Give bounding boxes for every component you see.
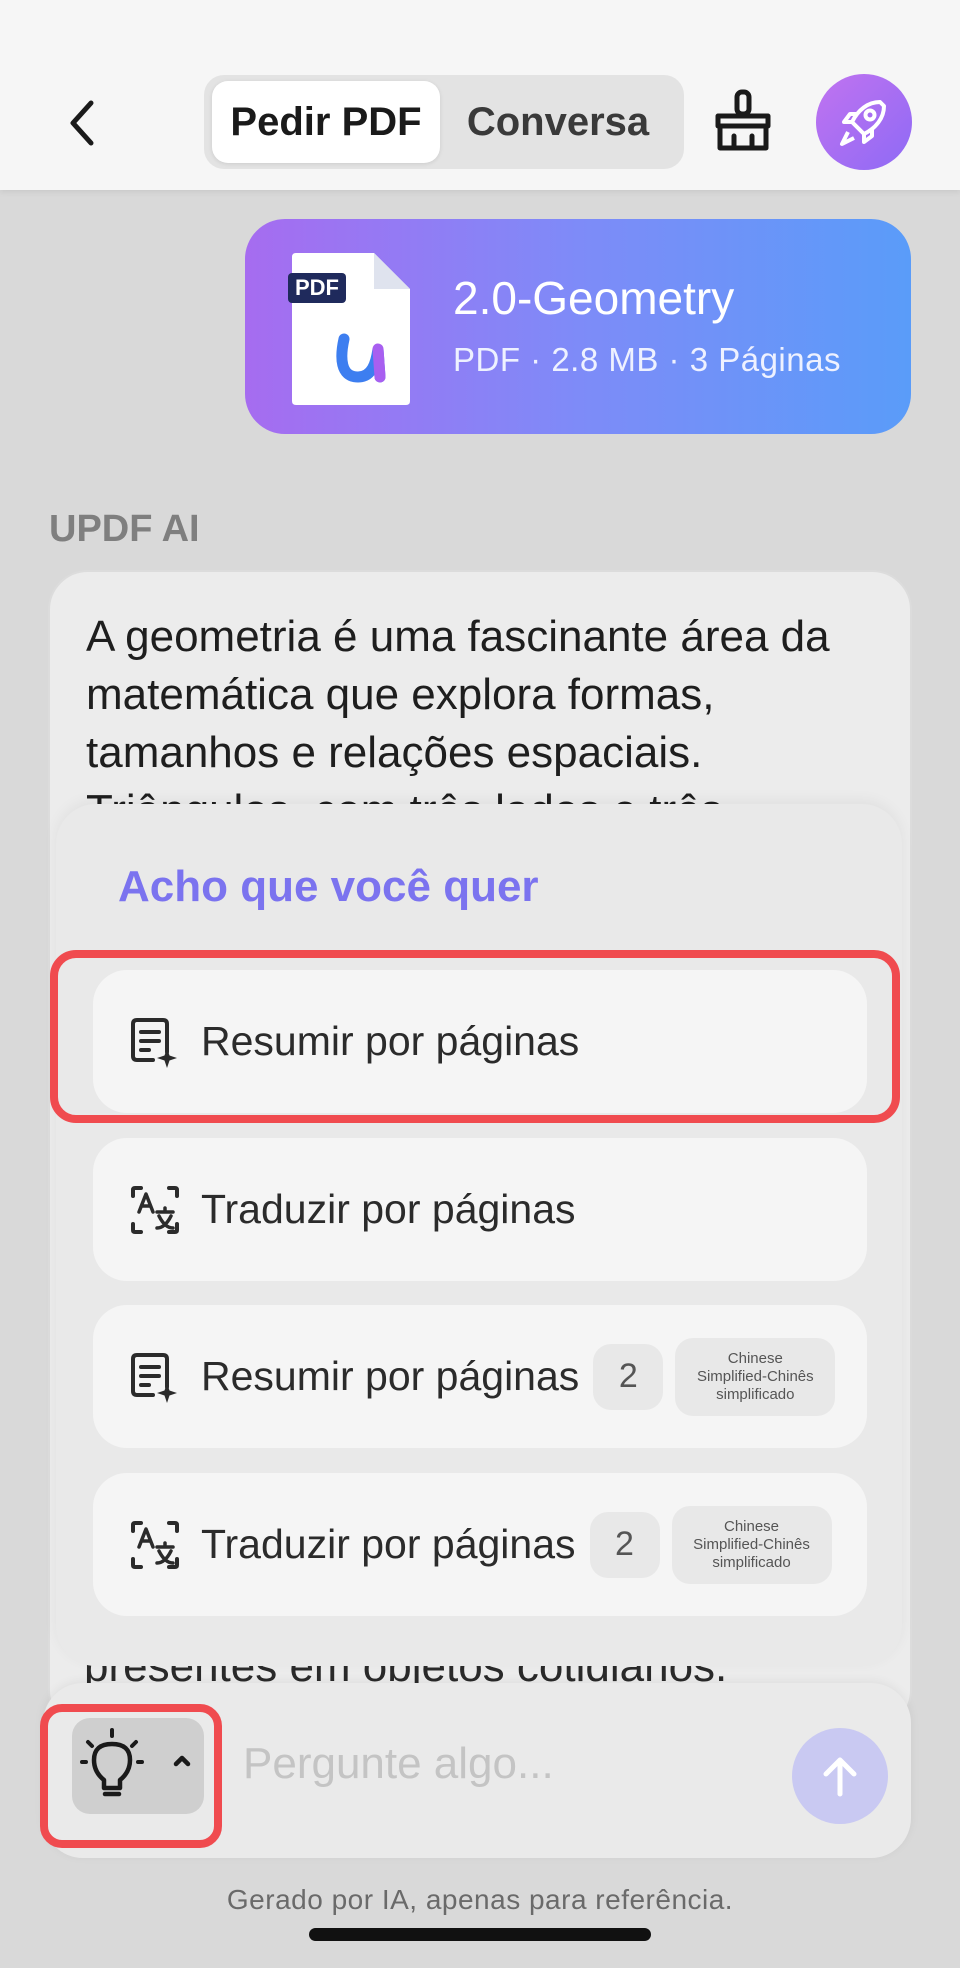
translate-icon: [131, 1520, 179, 1569]
rocket-icon: [840, 100, 886, 146]
language-line: simplificado: [716, 1385, 795, 1403]
page-count-badge: 2: [593, 1343, 664, 1410]
file-meta: PDF · 2.8 MB · 3 Páginas: [453, 341, 841, 378]
ai-disclaimer: Gerado por IA, apenas para referência.: [226, 1884, 734, 1915]
page-count-badge: 2: [589, 1511, 660, 1578]
tab-conversa[interactable]: Conversa: [440, 81, 676, 163]
tab-pedir-pdf[interactable]: Pedir PDF: [212, 81, 440, 163]
translate-icon: [131, 1185, 179, 1234]
summarize-icon: [131, 1352, 177, 1403]
suggestion-label: Resumir por páginas: [201, 1353, 580, 1399]
broom-icon: [715, 89, 771, 151]
arrow-up-icon: [823, 1757, 857, 1797]
language-badge: Chinese Simplified-Chinês simplificado: [675, 1337, 836, 1416]
mode-switch: Pedir PDF Conversa: [204, 75, 684, 169]
back-button[interactable]: [62, 95, 102, 151]
question-input[interactable]: Pergunte algo...: [243, 1739, 554, 1789]
upgrade-button[interactable]: [816, 74, 912, 170]
send-button[interactable]: [792, 1728, 888, 1824]
suggestion-summarize-pages-chinese[interactable]: Resumir por páginas 2 Chinese Simplified…: [93, 1305, 867, 1448]
highlight-annotation: [50, 950, 900, 1123]
highlight-annotation: [40, 1704, 222, 1848]
language-badge: Chinese Simplified-Chinês simplificado: [671, 1505, 832, 1584]
clear-chat-button[interactable]: [708, 86, 778, 156]
suggestion-title: Acho que você quer: [118, 862, 539, 911]
file-name: 2.0-Geometry: [453, 272, 735, 324]
language-line: Chinese: [727, 1349, 783, 1367]
file-card[interactable]: PDF 2.0-Geometry PDF · 2.8 MB · 3 Página…: [245, 219, 911, 434]
top-bar: Pedir PDF Conversa: [0, 0, 960, 190]
language-line: Simplified-Chinês: [693, 1535, 810, 1553]
suggestion-panel: Acho que você quer Resumir por páginas T…: [56, 804, 902, 1666]
suggestion-translate-pages-chinese[interactable]: Traduzir por páginas 2 Chinese Simplifie…: [93, 1473, 867, 1616]
home-indicator: [309, 1928, 651, 1941]
language-line: Simplified-Chinês: [696, 1367, 814, 1385]
ai-sender-label: UPDF AI: [49, 508, 200, 550]
suggestion-label: Traduzir por páginas: [201, 1186, 576, 1232]
suggestion-translate-pages[interactable]: Traduzir por páginas: [93, 1138, 867, 1281]
suggestion-label: Traduzir por páginas: [201, 1521, 576, 1567]
language-line: simplificado: [712, 1553, 791, 1571]
language-line: Chinese: [723, 1517, 780, 1535]
pdf-file-icon: PDF: [288, 253, 410, 405]
pdf-badge: PDF: [295, 275, 339, 300]
chevron-left-icon: [70, 100, 94, 146]
